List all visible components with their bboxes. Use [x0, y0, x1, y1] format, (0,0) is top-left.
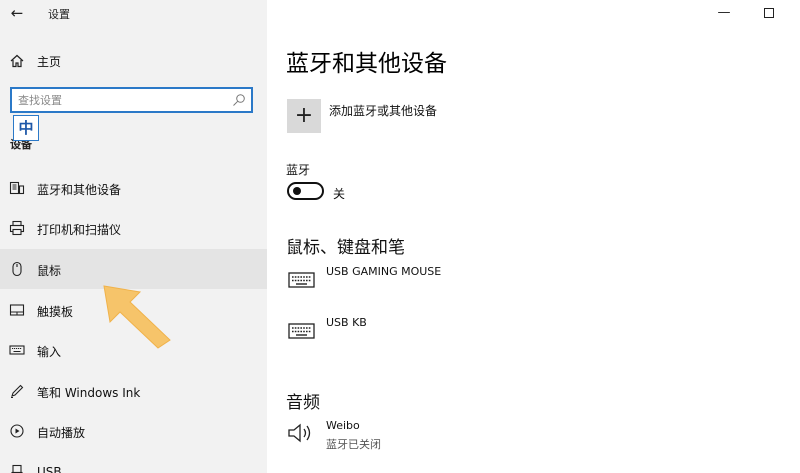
keyboard-icon: [288, 323, 315, 339]
toggle-knob: [293, 187, 301, 195]
sidebar: ← 设置 主页 设备 中 蓝牙和其他设备: [0, 0, 267, 473]
device-name: Weibo: [326, 419, 360, 432]
section-title-input-devices: 鼠标、键盘和笔: [286, 238, 405, 258]
add-device-label[interactable]: 添加蓝牙或其他设备: [329, 102, 437, 119]
bluetooth-label: 蓝牙: [286, 163, 311, 177]
autoplay-icon: [10, 424, 24, 438]
sidebar-item-home[interactable]: 主页: [0, 48, 267, 74]
sidebar-item-autoplay[interactable]: 自动播放: [0, 411, 267, 451]
sidebar-item-label: 蓝牙和其他设备: [37, 183, 122, 197]
usb-icon: [11, 464, 23, 473]
titlebar: ← 设置: [0, 0, 267, 26]
sidebar-item-label: 输入: [37, 345, 62, 359]
device-name: USB GAMING MOUSE: [326, 265, 442, 278]
section-title-audio: 音频: [286, 393, 320, 413]
add-device-button[interactable]: +: [287, 99, 321, 133]
search-box[interactable]: [10, 87, 253, 113]
pen-icon: [11, 384, 24, 398]
search-input[interactable]: [18, 92, 218, 108]
ime-indicator: 中: [13, 115, 39, 141]
sidebar-item-label: 鼠标: [37, 264, 62, 278]
sidebar-item-pen[interactable]: 笔和 Windows Ink: [0, 371, 267, 411]
pointer-arrow-annotation: [103, 285, 171, 349]
bluetooth-toggle-state: 关: [333, 187, 346, 201]
bluetooth-devices-icon: [9, 181, 25, 195]
back-button[interactable]: ←: [6, 3, 28, 23]
sidebar-item-bluetooth[interactable]: 蓝牙和其他设备: [0, 168, 267, 208]
window-controls: —: [700, 0, 800, 26]
device-status: 蓝牙已关闭: [326, 438, 381, 451]
keyboard-icon: [9, 345, 25, 355]
plus-icon: +: [294, 103, 314, 128]
sidebar-item-usb[interactable]: USB: [0, 452, 267, 473]
mouse-icon: [12, 261, 22, 277]
sidebar-item-label: 笔和 Windows Ink: [37, 386, 141, 400]
device-item[interactable]: USB KB: [287, 316, 767, 352]
sidebar-item-label: 打印机和扫描仪: [37, 223, 122, 237]
maximize-button[interactable]: [762, 6, 776, 20]
sidebar-item-printers[interactable]: 打印机和扫描仪: [0, 208, 267, 248]
device-item[interactable]: USB GAMING MOUSE: [287, 265, 767, 301]
device-item[interactable]: Weibo 蓝牙已关闭: [287, 419, 767, 455]
sidebar-item-label: USB: [37, 465, 62, 473]
home-icon: [10, 54, 24, 68]
app-title: 设置: [48, 8, 70, 21]
sidebar-item-label: 自动播放: [37, 426, 86, 440]
speaker-icon: [288, 423, 311, 443]
page-title: 蓝牙和其他设备: [286, 51, 447, 77]
sidebar-item-label: 触摸板: [37, 305, 74, 319]
device-name: USB KB: [326, 316, 367, 329]
search-icon: [233, 94, 245, 106]
printer-icon: [9, 220, 25, 236]
bluetooth-toggle[interactable]: [287, 182, 324, 200]
minimize-button[interactable]: —: [716, 5, 732, 21]
sidebar-item-label: 主页: [37, 55, 62, 69]
touchpad-icon: [9, 304, 25, 316]
keyboard-icon: [288, 272, 315, 288]
